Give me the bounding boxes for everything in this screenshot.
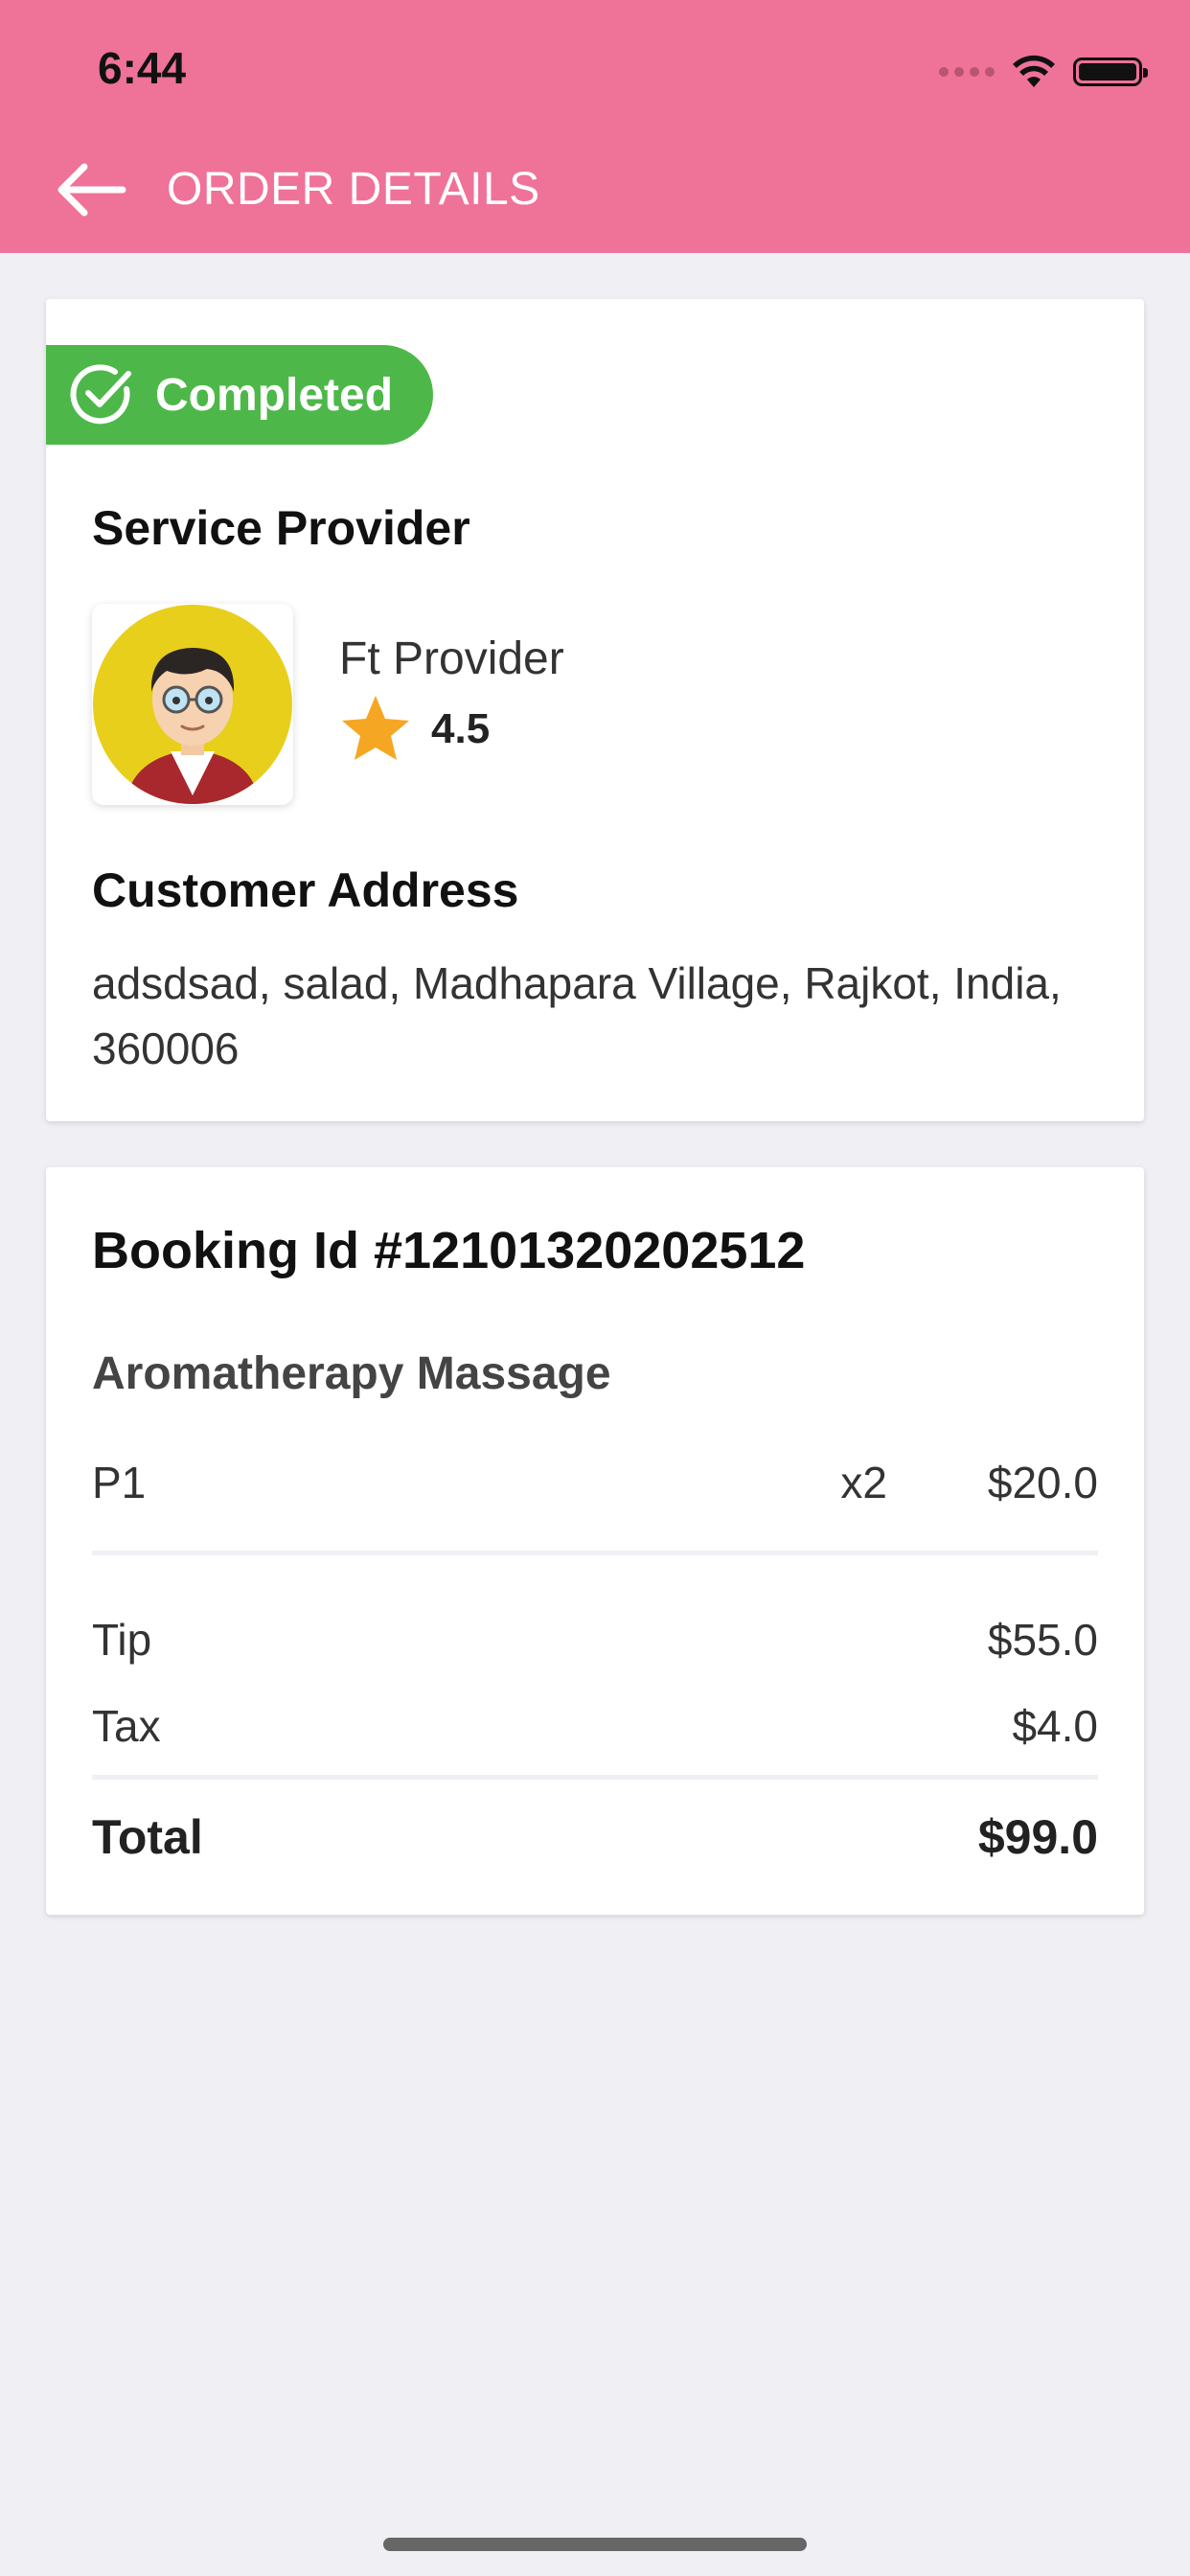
back-arrow-icon[interactable]: [56, 161, 126, 218]
wifi-icon: [1013, 55, 1055, 87]
booking-card: Booking Id #12101320202512 Aromatherapy …: [46, 1167, 1144, 1915]
provider-avatar[interactable]: [92, 604, 293, 805]
service-provider-heading: Service Provider: [92, 501, 470, 555]
battery-icon: [1073, 58, 1148, 86]
tip-value: $55.0: [987, 1615, 1098, 1665]
tax-value: $4.0: [1012, 1701, 1098, 1751]
tax-label: Tax: [92, 1701, 161, 1751]
star-icon: [342, 696, 409, 760]
divider: [92, 1551, 1098, 1555]
customer-address: adsdsad, salad, Madhapara Village, Rajko…: [92, 958, 1062, 1073]
total-value: $99.0: [977, 1810, 1098, 1864]
app-header: 6:44 ORDER DETAILS: [0, 0, 1190, 253]
provider-rating: 4.5: [431, 705, 491, 752]
total-label: Total: [92, 1810, 203, 1864]
signal-icon: [939, 67, 995, 77]
item-price: $20.0: [987, 1458, 1098, 1507]
tip-label: Tip: [92, 1615, 152, 1665]
page-title: ORDER DETAILS: [167, 164, 540, 215]
status-icons: [939, 50, 1148, 94]
status-time: 6:44: [98, 43, 187, 93]
customer-address-heading: Customer Address: [92, 863, 519, 917]
check-circle-icon: [70, 364, 131, 425]
status-badge: Completed: [46, 345, 433, 445]
home-indicator[interactable]: [383, 2538, 807, 2551]
service-name: Aromatherapy Massage: [92, 1348, 611, 1399]
order-summary-card: Completed Service Provider Ft Provider 4…: [46, 299, 1144, 1121]
divider: [92, 1775, 1098, 1780]
provider-name: Ft Provider: [339, 633, 564, 684]
item-name: P1: [92, 1458, 147, 1507]
status-label: Completed: [155, 369, 394, 421]
item-quantity: x2: [840, 1458, 887, 1507]
booking-id: Booking Id #12101320202512: [92, 1222, 806, 1279]
avatar-image: [93, 605, 292, 804]
